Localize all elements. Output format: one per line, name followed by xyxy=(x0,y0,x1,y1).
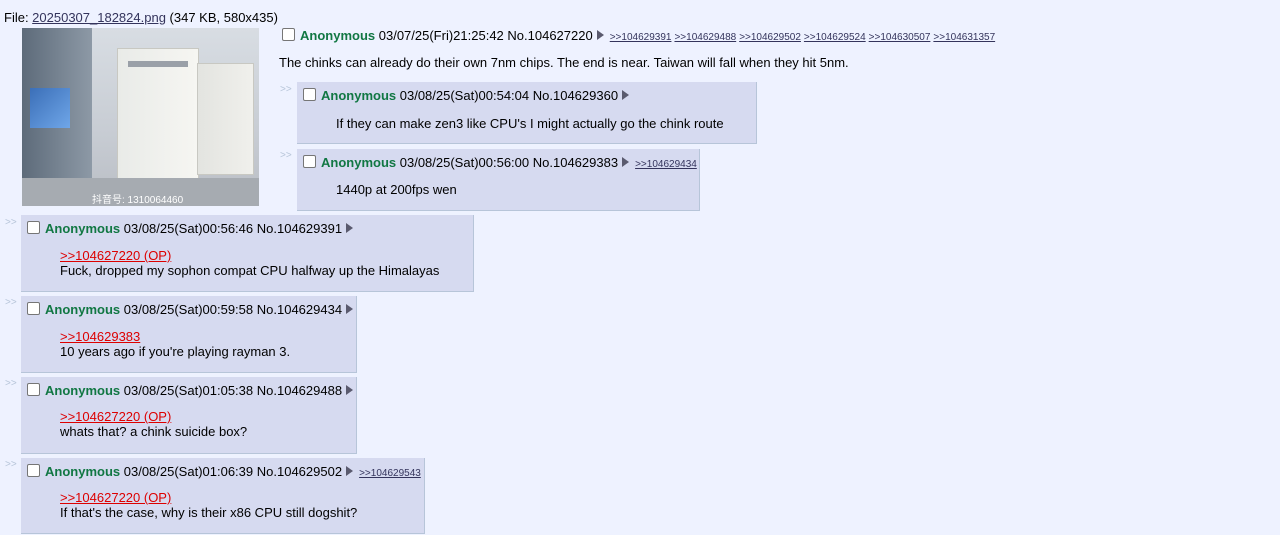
op-post-header: Anonymous 03/07/25(Fri)21:25:42 No.10462… xyxy=(282,28,998,43)
post-number[interactable]: No.104629383 xyxy=(533,155,618,170)
backlink[interactable]: >>104629488 xyxy=(674,32,736,43)
post-number[interactable]: No.104629488 xyxy=(257,383,342,398)
poster-name: Anonymous xyxy=(321,155,397,170)
post-menu-arrow-icon[interactable] xyxy=(346,385,354,395)
poster-name: Anonymous xyxy=(45,221,121,236)
post-date: 03/08/25(Sat)01:05:38 xyxy=(123,383,254,398)
reply-post: Anonymous 03/08/25(Sat)01:05:38 No.10462… xyxy=(21,377,357,454)
post-number[interactable]: No.104629434 xyxy=(257,302,342,317)
poster-name: Anonymous xyxy=(300,28,376,43)
post-date: 03/08/25(Sat)00:56:46 xyxy=(123,221,254,236)
post-menu-arrow-icon[interactable] xyxy=(346,223,354,233)
quote-link[interactable]: >>104629383 xyxy=(60,329,290,344)
reply-side-marker: >> xyxy=(5,297,17,308)
quote-link[interactable]: >>104627220 (OP) xyxy=(60,248,439,263)
reply-checkbox[interactable] xyxy=(303,155,316,168)
backlink[interactable]: >>104631357 xyxy=(933,32,995,43)
reply-message: If that's the case, why is their x86 CPU… xyxy=(60,505,358,520)
reply-post: Anonymous 03/08/25(Sat)00:59:58 No.10462… xyxy=(21,296,357,373)
reply-message: 10 years ago if you're playing rayman 3. xyxy=(60,344,291,359)
reply-message: Fuck, dropped my sophon compat CPU halfw… xyxy=(60,263,440,278)
poster-name: Anonymous xyxy=(45,302,121,317)
reply-side-marker: >> xyxy=(280,150,292,161)
backlink[interactable]: >>104629502 xyxy=(739,32,801,43)
quote-link[interactable]: >>104627220 (OP) xyxy=(60,409,247,424)
reply-side-marker: >> xyxy=(280,84,292,95)
post-date: 03/08/25(Sat)00:56:00 xyxy=(399,155,530,170)
reply-side-marker: >> xyxy=(5,217,17,228)
post-number[interactable]: No.104629502 xyxy=(257,464,342,479)
post-number[interactable]: No.104629391 xyxy=(257,221,342,236)
op-post-message: The chinks can already do their own 7nm … xyxy=(279,55,849,70)
image-watermark: 抖音号: 1310064460 xyxy=(92,195,184,206)
backlink[interactable]: >>104629524 xyxy=(804,32,866,43)
post-menu-arrow-icon[interactable] xyxy=(622,157,630,167)
reply-checkbox[interactable] xyxy=(303,88,316,101)
op-post-checkbox[interactable] xyxy=(282,28,295,41)
reply-checkbox[interactable] xyxy=(27,302,40,315)
post-menu-arrow-icon[interactable] xyxy=(346,304,354,314)
post-date: 03/08/25(Sat)00:59:58 xyxy=(123,302,254,317)
post-date: 03/08/25(Sat)01:06:39 xyxy=(123,464,254,479)
reply-post: Anonymous 03/08/25(Sat)00:56:00 No.10462… xyxy=(297,149,700,211)
poster-name: Anonymous xyxy=(321,88,397,103)
file-link[interactable]: 20250307_182824.png xyxy=(32,10,166,25)
backlink[interactable]: >>104629543 xyxy=(359,468,421,479)
post-menu-arrow-icon[interactable] xyxy=(596,30,604,40)
post-number[interactable]: No.104629360 xyxy=(533,88,618,103)
post-menu-arrow-icon[interactable] xyxy=(622,90,630,100)
file-info: File: 20250307_182824.png (347 KB, 580x4… xyxy=(4,10,278,25)
backlink[interactable]: >>104630507 xyxy=(869,32,931,43)
file-meta: (347 KB, 580x435) xyxy=(165,10,278,25)
post-menu-arrow-icon[interactable] xyxy=(346,466,354,476)
post-date: 03/08/25(Sat)00:54:04 xyxy=(399,88,530,103)
reply-post: Anonymous 03/08/25(Sat)00:56:46 No.10462… xyxy=(21,215,474,292)
reply-checkbox[interactable] xyxy=(27,221,40,234)
reply-message: If they can make zen3 like CPU's I might… xyxy=(336,116,724,131)
op-thumbnail-image[interactable]: 抖音号: 1310064460 xyxy=(22,28,259,206)
reply-post: Anonymous 03/08/25(Sat)01:06:39 No.10462… xyxy=(21,458,425,534)
backlink[interactable]: >>104629434 xyxy=(635,159,697,170)
reply-post: Anonymous 03/08/25(Sat)00:54:04 No.10462… xyxy=(297,82,757,144)
post-date: 03/07/25(Fri)21:25:42 xyxy=(378,28,504,43)
file-label: File: xyxy=(4,10,33,25)
reply-side-marker: >> xyxy=(5,459,17,470)
poster-name: Anonymous xyxy=(45,464,121,479)
reply-checkbox[interactable] xyxy=(27,464,40,477)
reply-checkbox[interactable] xyxy=(27,383,40,396)
reply-message: whats that? a chink suicide box? xyxy=(60,424,248,439)
poster-name: Anonymous xyxy=(45,383,121,398)
post-number[interactable]: No.104627220 xyxy=(507,28,592,43)
reply-message: 1440p at 200fps wen xyxy=(336,182,457,197)
reply-side-marker: >> xyxy=(5,378,17,389)
backlink[interactable]: >>104629391 xyxy=(610,32,672,43)
quote-link[interactable]: >>104627220 (OP) xyxy=(60,490,357,505)
